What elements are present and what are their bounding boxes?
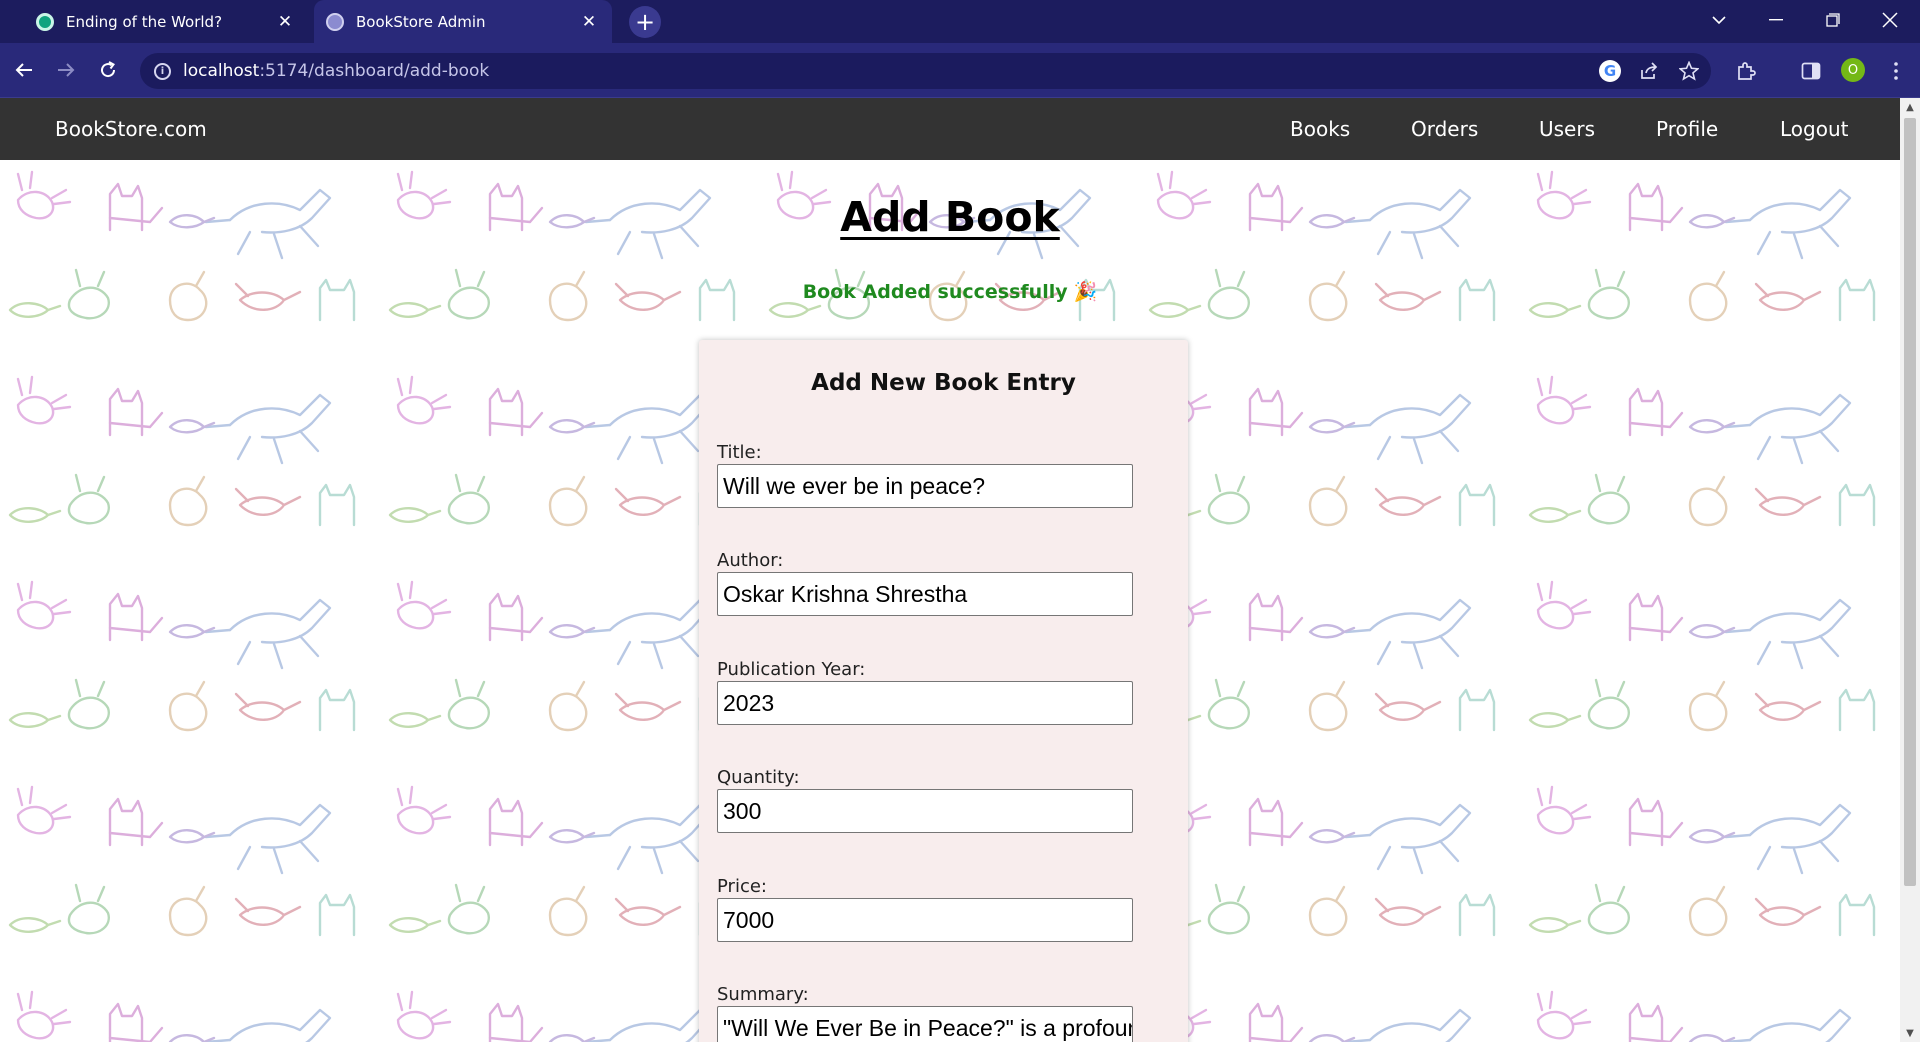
quantity-input[interactable]: 300 — [717, 789, 1133, 833]
nav-link-users[interactable]: Users — [1539, 98, 1595, 160]
close-tab-icon[interactable]: ✕ — [272, 9, 298, 35]
nav-link-logout[interactable]: Logout — [1780, 98, 1848, 160]
extensions-puzzle-icon[interactable] — [1728, 53, 1764, 89]
page-scrollbar[interactable]: ▲ ▼ — [1900, 98, 1920, 1042]
success-text: Book Added successfully — [802, 281, 1068, 303]
browser-tab-ending-of-the-world[interactable]: Ending of the World? ✕ — [24, 0, 308, 43]
brand-logo-link[interactable]: BookStore.com — [55, 98, 207, 160]
tab-search-chevron-icon[interactable] — [1692, 0, 1746, 40]
scrollbar-thumb[interactable] — [1904, 118, 1916, 886]
nav-link-orders[interactable]: Orders — [1411, 98, 1478, 160]
close-window-icon[interactable] — [1863, 0, 1917, 40]
quantity-label: Quantity: — [717, 767, 800, 788]
scroll-down-arrow-icon[interactable]: ▼ — [1900, 1024, 1920, 1042]
forward-arrow-icon[interactable] — [50, 54, 82, 86]
close-tab-icon[interactable]: ✕ — [576, 9, 602, 35]
minimize-window-icon[interactable] — [1749, 0, 1803, 40]
web-page: BookStore.com Books Orders Users Profile… — [0, 98, 1900, 1042]
price-input[interactable]: 7000 — [717, 898, 1133, 942]
summary-label: Summary: — [717, 984, 809, 1005]
url-text: localhost:5174/dashboard/add-book — [183, 61, 490, 81]
form-heading: Add New Book Entry — [811, 370, 1076, 396]
publication-year-label: Publication Year: — [717, 659, 866, 680]
profile-avatar[interactable]: O — [1841, 58, 1865, 82]
price-label: Price: — [717, 876, 767, 897]
tab-label: BookStore Admin — [356, 12, 486, 31]
scroll-up-arrow-icon[interactable]: ▲ — [1900, 98, 1920, 116]
author-input[interactable]: Oskar Krishna Shrestha — [717, 572, 1133, 616]
browser-tab-bookstore-admin[interactable]: BookStore Admin ✕ — [314, 0, 612, 43]
site-navbar: BookStore.com Books Orders Users Profile… — [0, 98, 1900, 160]
success-message: Book Added successfully 🎉 — [0, 280, 1900, 303]
reload-icon[interactable] — [92, 54, 124, 86]
back-arrow-icon[interactable] — [8, 54, 40, 86]
nav-link-books[interactable]: Books — [1290, 98, 1350, 160]
add-book-form: Add New Book Entry Title: Will we ever b… — [699, 340, 1188, 1042]
share-icon[interactable] — [1631, 53, 1667, 89]
browser-toolbar: i localhost:5174/dashboard/add-book G — [0, 43, 1920, 98]
page-title: Add Book — [840, 193, 1060, 241]
address-bar[interactable]: i localhost:5174/dashboard/add-book — [140, 53, 1711, 89]
publication-year-input[interactable]: 2023 — [717, 681, 1133, 725]
restore-window-icon[interactable] — [1806, 0, 1860, 40]
new-tab-button[interactable]: + — [629, 6, 661, 38]
chatgpt-favicon-icon — [36, 12, 54, 31]
tab-label: Ending of the World? — [66, 12, 223, 31]
browser-tab-strip: Ending of the World? ✕ BookStore Admin ✕… — [0, 0, 1920, 43]
chrome-menu-kebab-icon[interactable] — [1878, 53, 1914, 89]
side-panel-icon[interactable] — [1793, 53, 1829, 89]
title-label: Title: — [717, 442, 762, 463]
site-info-icon[interactable]: i — [154, 62, 171, 80]
author-label: Author: — [717, 550, 784, 571]
bookmark-star-icon[interactable] — [1671, 53, 1707, 89]
party-popper-icon: 🎉 — [1073, 281, 1098, 303]
nav-link-profile[interactable]: Profile — [1656, 98, 1718, 160]
title-input[interactable]: Will we ever be in peace? — [717, 464, 1133, 508]
summary-textarea[interactable]: "Will We Ever Be in Peace?" is a profoun… — [717, 1006, 1133, 1042]
google-lens-icon[interactable]: G — [1592, 53, 1628, 89]
globe-favicon-icon — [326, 12, 344, 31]
